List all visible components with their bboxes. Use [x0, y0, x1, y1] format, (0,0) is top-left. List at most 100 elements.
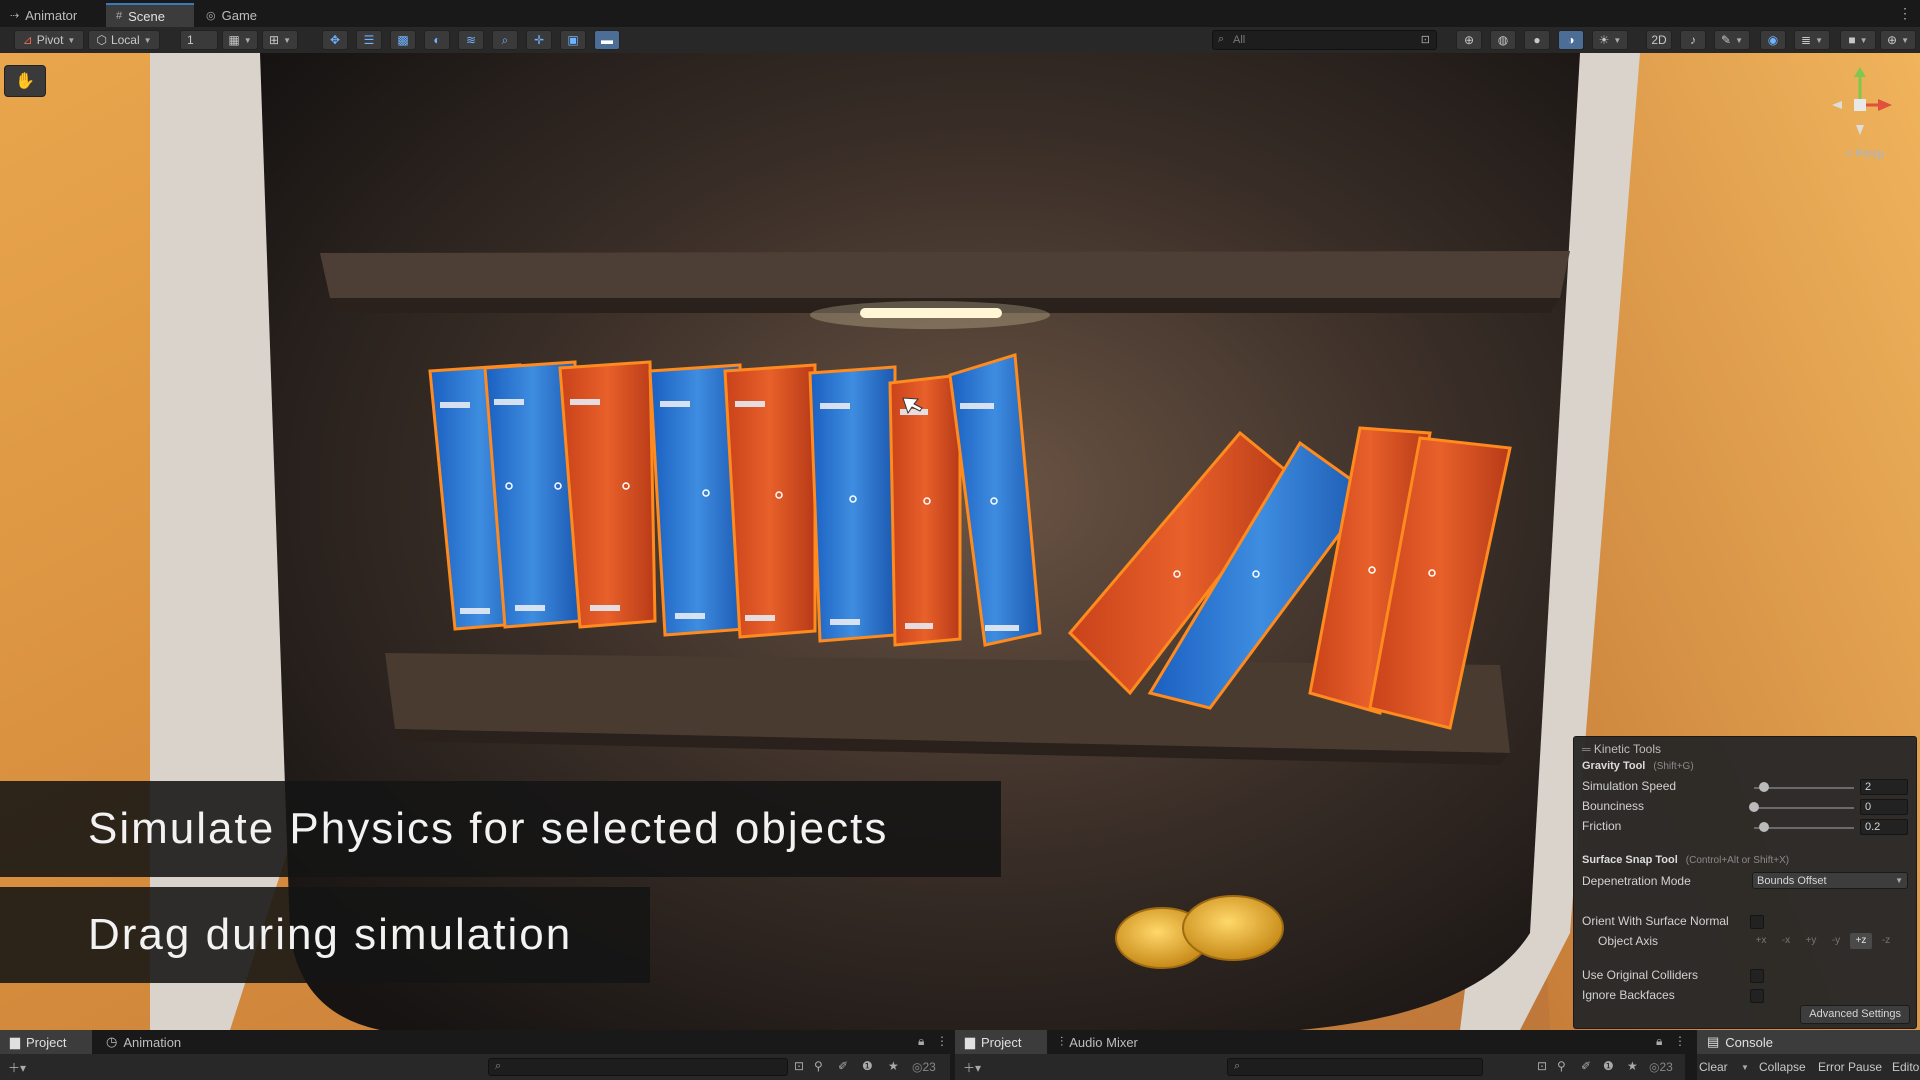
align-tool-button[interactable]: ☰ [356, 30, 382, 50]
tab-audio-mixer[interactable]: ⫶ Audio Mixer [1050, 1030, 1148, 1054]
bounciness-field[interactable]: 0 [1860, 799, 1908, 815]
transform-tool-button[interactable]: ✛ [526, 30, 552, 50]
neg-y-cone-icon[interactable] [1856, 125, 1864, 135]
simulation-speed-slider[interactable] [1754, 782, 1854, 792]
wireframe-icon: ◍ [1497, 33, 1509, 47]
object-axis-selector[interactable]: +x -x +y -y +z -z [1750, 933, 1910, 949]
2d-toggle-button[interactable]: 2D [1646, 30, 1672, 50]
sphere-tool-button[interactable]: ◐ [424, 30, 450, 50]
audio-toggle-button[interactable]: ♪ [1680, 30, 1706, 50]
chevron-down-icon: ▼ [1613, 35, 1622, 45]
x-axis-arrow-icon[interactable] [1878, 99, 1892, 111]
depenetration-dropdown[interactable]: Bounds Offset ▼ [1752, 872, 1908, 889]
chevron-down-icon[interactable]: ▼ [1741, 1063, 1749, 1072]
object-axis-label: Object Axis [1598, 934, 1659, 948]
scene-viewport[interactable]: ✋ < Persp Simulate Physics for selected … [0, 53, 1920, 1030]
tab-project-right[interactable]: ▆ Project [955, 1030, 1047, 1054]
layers-dropdown[interactable]: ≣ ▼ [1794, 30, 1830, 50]
lit-view-button[interactable]: ◑ [1558, 30, 1584, 50]
clear-button[interactable]: Clear [1699, 1060, 1728, 1074]
gravity-icon: ▬ [601, 33, 613, 47]
filter-type-icon[interactable]: ⊡ [794, 1059, 804, 1073]
hidden-count: ◎23 [1649, 1060, 1673, 1074]
tag-icon[interactable]: ✐ [1581, 1059, 1591, 1073]
axis-neg-y[interactable]: -y [1825, 933, 1847, 949]
star-icon[interactable]: ★ [888, 1059, 899, 1073]
filter-label-icon[interactable]: ⚲ [814, 1059, 823, 1073]
tab-game[interactable]: ◎ Game [196, 3, 267, 27]
depenetration-value: Bounds Offset [1757, 875, 1827, 887]
tab-animator[interactable]: ⇢ Animator [0, 3, 87, 27]
neg-x-cone-icon[interactable] [1832, 101, 1842, 109]
layers-tool-button[interactable]: ≋ [458, 30, 484, 50]
tab-animation[interactable]: ◷ Animation [96, 1030, 191, 1054]
tab-console[interactable]: ▤ Console [1697, 1030, 1920, 1054]
advanced-settings-button[interactable]: Advanced Settings [1800, 1005, 1910, 1024]
camera-dropdown[interactable]: ■ ▼ [1840, 30, 1876, 50]
panel-menu-icon[interactable]: ⋮ [1674, 1034, 1686, 1048]
filter-type-icon[interactable]: ⊡ [1537, 1059, 1547, 1073]
perspective-label[interactable]: < Persp [1846, 148, 1884, 160]
filter-label-icon[interactable]: ⚲ [1557, 1059, 1566, 1073]
project-right-search[interactable]: ⌕ [1227, 1058, 1483, 1076]
orientation-gizmo[interactable] [1820, 65, 1900, 145]
slider-knob[interactable] [1759, 822, 1769, 832]
collapse-button[interactable]: Collapse [1759, 1060, 1806, 1074]
grid-snap-button[interactable]: ⊞ ▼ [262, 30, 298, 50]
gizmo-center-cube[interactable] [1854, 99, 1866, 111]
warning-icon[interactable]: ❶ [1603, 1059, 1614, 1073]
y-axis-arrow-icon[interactable] [1854, 67, 1866, 77]
axis-pos-x[interactable]: +x [1750, 933, 1772, 949]
tab-menu-icon[interactable]: ⋮ [1898, 5, 1912, 22]
lock-icon[interactable]: 🔒︎ [1656, 1034, 1662, 1049]
tab-project-left[interactable]: ▆ Project [0, 1030, 92, 1054]
axis-pos-z[interactable]: +z [1850, 933, 1872, 949]
grid-visibility-button[interactable]: ▦ ▼ [222, 30, 258, 50]
move-tool-button[interactable]: ✥ [322, 30, 348, 50]
gravity-tool-button[interactable]: ▬ [594, 30, 620, 50]
kinetic-tools-panel[interactable]: ═ Kinetic Tools Gravity Tool (Shift+G) Si… [1573, 736, 1917, 1029]
axis-neg-x[interactable]: -x [1775, 933, 1797, 949]
slider-knob[interactable] [1759, 782, 1769, 792]
simulation-speed-field[interactable]: 2 [1860, 779, 1908, 795]
shaded-view-button[interactable]: ● [1524, 30, 1550, 50]
local-dropdown[interactable]: ⬡ Local ▼ [88, 30, 160, 50]
add-icon[interactable]: ＋▾ [963, 1059, 981, 1076]
star-icon[interactable]: ★ [1627, 1059, 1638, 1073]
lighting-button[interactable]: ☀ ▼ [1592, 30, 1628, 50]
effects-button[interactable]: ✎ ▼ [1714, 30, 1750, 50]
scene-search-input[interactable]: ⌕ All ⊡ [1212, 30, 1437, 50]
lit-icon: ◑ [1567, 33, 1575, 47]
gizmos-dropdown[interactable]: ⊕ ▼ [1880, 30, 1916, 50]
friction-field[interactable]: 0.2 [1860, 819, 1908, 835]
warning-icon[interactable]: ❶ [862, 1059, 873, 1073]
ignore-backfaces-checkbox[interactable] [1750, 989, 1764, 1003]
panel-menu-icon[interactable]: ⋮ [936, 1034, 948, 1048]
zoom-tool-button[interactable]: ⌕ [492, 30, 518, 50]
grid-tool-button[interactable]: ▩ [390, 30, 416, 50]
grid-size-field[interactable]: 1 [180, 30, 218, 50]
axis-neg-z[interactable]: -z [1875, 933, 1897, 949]
project-left-search[interactable]: ⌕ [488, 1058, 788, 1076]
bounciness-slider[interactable] [1749, 802, 1854, 812]
overlay-tool-button[interactable]: ▣ [560, 30, 586, 50]
tag-icon[interactable]: ✐ [838, 1059, 848, 1073]
axis-pos-y[interactable]: +y [1800, 933, 1822, 949]
visibility-button[interactable]: ◉ [1760, 30, 1786, 50]
orient-checkbox[interactable] [1750, 915, 1764, 929]
add-icon[interactable]: ＋▾ [8, 1059, 26, 1076]
use-original-colliders-checkbox[interactable] [1750, 969, 1764, 983]
global-view-button[interactable]: ⊕ [1456, 30, 1482, 50]
friction-slider[interactable] [1754, 822, 1854, 832]
editor-button[interactable]: Edito [1892, 1060, 1919, 1074]
tab-scene[interactable]: # Scene [106, 3, 194, 27]
error-pause-button[interactable]: Error Pause [1818, 1060, 1882, 1074]
slider-knob[interactable] [1749, 802, 1759, 812]
search-filter-icon[interactable]: ⊡ [1421, 33, 1430, 46]
pivot-dropdown[interactable]: ⊿ Pivot ▼ [14, 30, 84, 50]
lock-icon[interactable]: 🔒︎ [918, 1034, 924, 1049]
wire-view-button[interactable]: ◍ [1490, 30, 1516, 50]
view-tool-button[interactable]: ✋ [4, 65, 46, 97]
drag-handle-icon[interactable]: ═ [1582, 742, 1591, 756]
panel-title[interactable]: ═ Kinetic Tools [1582, 742, 1661, 756]
